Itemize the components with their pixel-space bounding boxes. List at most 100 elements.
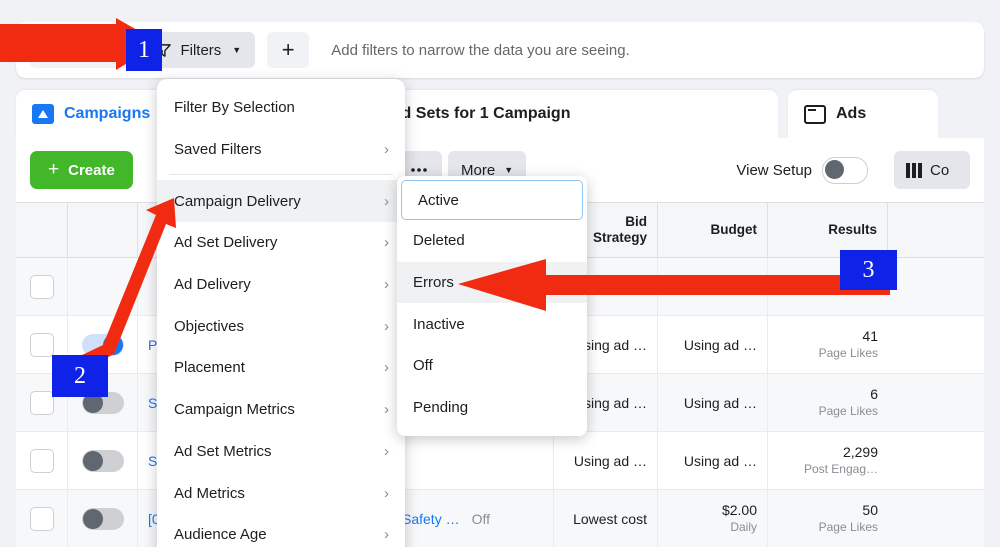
toggle-knob: [83, 509, 103, 529]
annotation-badge-3: 3: [840, 250, 897, 290]
menu-item-ad-set-delivery[interactable]: Ad Set Delivery ›: [157, 222, 405, 264]
chevron-right-icon: ›: [384, 359, 389, 376]
menu-item-ad-set-metrics[interactable]: Ad Set Metrics ›: [157, 431, 405, 473]
row-budget-cell: $2.00 Daily: [658, 490, 768, 547]
filters-dropdown-menu: Filter By Selection Saved Filters › Camp…: [157, 79, 405, 547]
menu-item-campaign-metrics[interactable]: Campaign Metrics ›: [157, 389, 405, 431]
submenu-item-active[interactable]: Active: [401, 180, 583, 220]
row-budget-period: Daily: [730, 520, 757, 535]
tab-ads-label: Ads: [836, 105, 866, 123]
columns-button[interactable]: Co: [894, 151, 970, 189]
row-bid-cell: Lowest cost: [554, 490, 658, 547]
window-icon: [804, 105, 826, 124]
row-results-unit: Page Likes: [819, 520, 878, 535]
menu-item-objectives[interactable]: Objectives ›: [157, 305, 405, 347]
submenu-item-off[interactable]: Off: [397, 345, 587, 387]
row-bid-value: Using ad …: [574, 453, 647, 469]
row-results-value: 2,299: [843, 444, 878, 462]
menu-item-label: Filter By Selection: [174, 99, 295, 116]
header-results[interactable]: Results: [768, 203, 888, 257]
chevron-down-icon: ▼: [232, 45, 241, 55]
chevron-right-icon: ›: [384, 443, 389, 460]
row-bid-cell: Using ad …: [554, 432, 658, 489]
chevron-right-icon: ›: [384, 141, 389, 158]
chevron-right-icon: ›: [384, 318, 389, 335]
checkbox[interactable]: [30, 333, 54, 357]
row-results-cell: 50 Page Likes: [768, 490, 888, 547]
header-budget[interactable]: Budget: [658, 203, 768, 257]
annotation-arrow-2: [70, 198, 180, 368]
row-budget-value: Using ad …: [684, 453, 757, 469]
chevron-right-icon: ›: [384, 401, 389, 418]
row-budget-value: Using ad …: [684, 395, 757, 411]
row-delivery-cell: [392, 432, 554, 489]
menu-item-saved-filters[interactable]: Saved Filters ›: [157, 129, 405, 171]
tab-ad-sets[interactable]: Ad Sets for 1 Campaign: [342, 90, 778, 138]
tab-campaigns-label: Campaigns: [64, 105, 150, 123]
annotation-badge-2: 2: [52, 355, 108, 397]
header-bid-line2: Strategy: [593, 230, 647, 246]
row-checkbox-cell[interactable]: [16, 258, 68, 315]
checkbox[interactable]: [30, 449, 54, 473]
menu-item-label: Campaign Metrics: [174, 401, 295, 418]
tab-ads[interactable]: Ads: [788, 90, 938, 138]
menu-item-label: Placement: [174, 359, 245, 376]
chevron-right-icon: ›: [384, 526, 389, 543]
chevron-right-icon: ›: [384, 485, 389, 502]
row-results-value: 6: [870, 386, 878, 404]
chevron-right-icon: ›: [384, 234, 389, 251]
menu-item-campaign-delivery[interactable]: Campaign Delivery ›: [157, 180, 405, 222]
checkbox[interactable]: [30, 507, 54, 531]
ellipsis-icon: [410, 167, 428, 173]
header-select-all[interactable]: [16, 203, 68, 257]
view-setup-label: View Setup: [736, 162, 812, 179]
checkbox[interactable]: [30, 391, 54, 415]
toggle-knob: [83, 451, 103, 471]
row-results-unit: Page Likes: [819, 404, 878, 419]
menu-item-filter-by-selection[interactable]: Filter By Selection: [157, 87, 405, 129]
annotation-badge-1: 1: [126, 29, 162, 71]
row-budget-cell: Using ad …: [658, 432, 768, 489]
screenshot-root: Search ▼ Filters ▼ + Add filters to narr…: [0, 0, 1000, 547]
row-results-cell: 41 Page Likes: [768, 316, 888, 373]
menu-item-label: Saved Filters: [174, 141, 262, 158]
status-toggle[interactable]: [82, 508, 124, 530]
row-bid-value: Lowest cost: [573, 511, 647, 527]
row-checkbox-cell[interactable]: [16, 432, 68, 489]
row-delivery-name[interactable]: Safety …: [402, 511, 460, 527]
menu-item-label: Audience Age: [174, 526, 267, 543]
chevron-right-icon: ›: [384, 193, 389, 210]
row-results-unit: Page Likes: [819, 346, 878, 361]
view-setup-control[interactable]: View Setup: [736, 157, 868, 184]
menu-item-placement[interactable]: Placement ›: [157, 347, 405, 389]
add-filter-button[interactable]: +: [267, 32, 309, 68]
submenu-item-pending[interactable]: Pending: [397, 387, 587, 429]
row-delivery-cell: Safety … Off: [392, 490, 554, 547]
menu-item-ad-delivery[interactable]: Ad Delivery ›: [157, 264, 405, 306]
create-button[interactable]: + Create: [30, 151, 133, 189]
row-results-unit: Post Engag…: [804, 462, 878, 477]
row-results-cell: 6 Page Likes: [768, 374, 888, 431]
menu-item-label: Ad Metrics: [174, 485, 245, 502]
row-budget-value: $2.00: [722, 502, 757, 520]
toggle-knob: [825, 160, 844, 179]
chevron-down-icon: ▼: [504, 165, 513, 175]
view-setup-toggle[interactable]: [822, 157, 868, 184]
row-toggle-cell[interactable]: [68, 432, 138, 489]
columns-button-label: Co: [930, 162, 949, 179]
status-toggle[interactable]: [82, 450, 124, 472]
row-budget-cell: Using ad …: [658, 316, 768, 373]
filters-button-label: Filters: [180, 42, 221, 59]
menu-item-ad-metrics[interactable]: Ad Metrics ›: [157, 472, 405, 514]
row-budget-cell: Using ad …: [658, 374, 768, 431]
menu-item-label: Ad Set Delivery: [174, 234, 277, 251]
create-button-label: Create: [68, 162, 115, 179]
row-results-cell: 2,299 Post Engag…: [768, 432, 888, 489]
checkbox[interactable]: [30, 275, 54, 299]
row-toggle-cell[interactable]: [68, 490, 138, 547]
menu-item-audience-age[interactable]: Audience Age ›: [157, 514, 405, 547]
row-results-value: 41: [862, 328, 878, 346]
menu-divider: [169, 174, 393, 175]
row-checkbox-cell[interactable]: [16, 490, 68, 547]
menu-item-label: Objectives: [174, 318, 244, 335]
